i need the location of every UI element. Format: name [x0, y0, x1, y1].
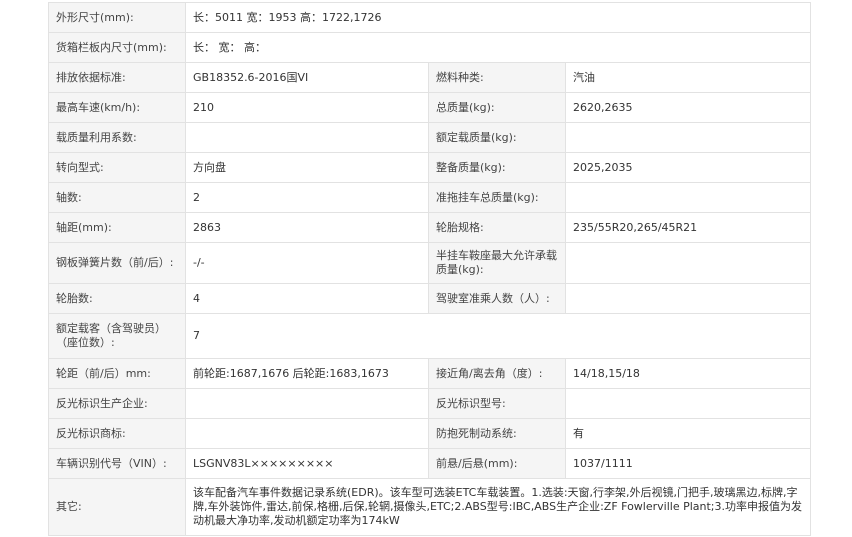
spec-label: 防抱死制动系统: [428, 418, 566, 449]
spec-row: 钢板弹簧片数（前/后）: -/- 半挂车鞍座最大允许承载质量(kg): [48, 242, 812, 284]
spec-value: 14/18,15/18 [564, 358, 812, 389]
spec-value: 210 [185, 92, 429, 123]
spec-value: GB18352.6-2016国VI [185, 62, 429, 93]
spec-label: 轮距（前/后）mm: [48, 358, 186, 389]
spec-label: 钢板弹簧片数（前/后）: [48, 242, 186, 284]
spec-row: 货箱栏板内尺寸(mm): 长： 宽： 高： [48, 32, 812, 63]
spec-label: 反光标识生产企业: [48, 388, 186, 419]
vehicle-spec-sheet: 外形尺寸(mm): 长：5011 宽：1953 高：1722,1726 货箱栏板… [48, 2, 812, 536]
spec-value: LSGNV83L××××××××× [185, 448, 429, 479]
spec-label: 轴数: [48, 182, 186, 213]
spec-value: 235/55R20,265/45R21 [564, 212, 812, 243]
spec-value: 前轮距:1687,1676 后轮距:1683,1673 [185, 358, 429, 389]
spec-label: 总质量(kg): [428, 92, 566, 123]
spec-table: 外形尺寸(mm): 长：5011 宽：1953 高：1722,1726 货箱栏板… [48, 2, 812, 536]
spec-label: 车辆识别代号（VIN）: [48, 448, 186, 479]
spec-row: 其它: 该车配备汽车事件数据记录系统(EDR)。该车型可选装ETC车载装置。1.… [48, 478, 812, 536]
spec-label: 准拖挂车总质量(kg): [428, 182, 566, 213]
spec-value [564, 388, 812, 419]
spec-row: 轴数: 2 准拖挂车总质量(kg): [48, 182, 812, 213]
spec-label: 轴距(mm): [48, 212, 186, 243]
spec-label: 额定载客（含驾驶员）（座位数）: [48, 313, 186, 359]
spec-value [564, 283, 812, 314]
spec-value [185, 122, 429, 153]
spec-row: 轴距(mm): 2863 轮胎规格: 235/55R20,265/45R21 [48, 212, 812, 243]
spec-label: 转向型式: [48, 152, 186, 183]
spec-label: 额定载质量(kg): [428, 122, 566, 153]
spec-value: 汽油 [564, 62, 812, 93]
spec-value: 2620,2635 [564, 92, 812, 123]
spec-value: 2863 [185, 212, 429, 243]
spec-row: 载质量利用系数: 额定载质量(kg): [48, 122, 812, 153]
spec-row: 外形尺寸(mm): 长：5011 宽：1953 高：1722,1726 [48, 2, 812, 33]
spec-value: 2 [185, 182, 429, 213]
spec-value: 7 [184, 313, 812, 359]
spec-label: 货箱栏板内尺寸(mm): [48, 32, 186, 63]
spec-value [185, 418, 429, 449]
spec-value [564, 122, 812, 153]
spec-note-value: 该车配备汽车事件数据记录系统(EDR)。该车型可选装ETC车载装置。1.选装:天… [184, 478, 812, 536]
spec-value: 长： 宽： 高： [184, 32, 812, 63]
spec-row: 反光标识生产企业: 反光标识型号: [48, 388, 812, 419]
spec-row: 车辆识别代号（VIN）: LSGNV83L××××××××× 前悬/后悬(mm)… [48, 448, 812, 479]
spec-label: 其它: [48, 478, 186, 536]
spec-row: 转向型式: 方向盘 整备质量(kg): 2025,2035 [48, 152, 812, 183]
spec-value: 有 [564, 418, 812, 449]
spec-label: 排放依据标准: [48, 62, 186, 93]
spec-label: 轮胎数: [48, 283, 186, 314]
spec-value: -/- [185, 242, 429, 284]
spec-label: 半挂车鞍座最大允许承载质量(kg): [428, 242, 566, 284]
spec-value: 4 [185, 283, 429, 314]
spec-value [564, 242, 812, 284]
spec-label: 燃料种类: [428, 62, 566, 93]
spec-label: 前悬/后悬(mm): [428, 448, 566, 479]
spec-label: 轮胎规格: [428, 212, 566, 243]
spec-row: 反光标识商标: 防抱死制动系统: 有 [48, 418, 812, 449]
spec-label: 反光标识型号: [428, 388, 566, 419]
spec-label: 驾驶室准乘人数（人）: [428, 283, 566, 314]
spec-row: 额定载客（含驾驶员）（座位数）: 7 [48, 313, 812, 359]
spec-label: 外形尺寸(mm): [48, 2, 186, 33]
spec-row: 最高车速(km/h): 210 总质量(kg): 2620,2635 [48, 92, 812, 123]
spec-value [564, 182, 812, 213]
spec-label: 整备质量(kg): [428, 152, 566, 183]
spec-label: 接近角/离去角（度）: [428, 358, 566, 389]
spec-value [185, 388, 429, 419]
spec-value: 2025,2035 [564, 152, 812, 183]
spec-row: 轮胎数: 4 驾驶室准乘人数（人）: [48, 283, 812, 314]
spec-row: 排放依据标准: GB18352.6-2016国VI 燃料种类: 汽油 [48, 62, 812, 93]
spec-label: 最高车速(km/h): [48, 92, 186, 123]
spec-label: 载质量利用系数: [48, 122, 186, 153]
spec-value: 1037/1111 [564, 448, 812, 479]
spec-value: 方向盘 [185, 152, 429, 183]
spec-row: 轮距（前/后）mm: 前轮距:1687,1676 后轮距:1683,1673 接… [48, 358, 812, 389]
spec-label: 反光标识商标: [48, 418, 186, 449]
spec-value: 长：5011 宽：1953 高：1722,1726 [184, 2, 812, 33]
